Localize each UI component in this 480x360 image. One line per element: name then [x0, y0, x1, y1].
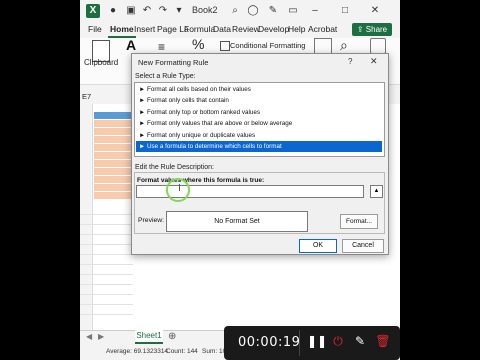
conditional-formatting-button[interactable]: Conditional Formatting: [230, 41, 305, 50]
row-headers: [80, 104, 93, 330]
next-sheet-icon[interactable]: ▶: [98, 332, 104, 341]
pen-icon[interactable]: ✎: [266, 4, 280, 18]
dialog-close-icon[interactable]: ✕: [370, 56, 378, 67]
font-icon[interactable]: A: [126, 37, 136, 53]
text-cursor-icon: I: [178, 183, 181, 194]
gridline: [80, 284, 133, 285]
tab-help[interactable]: Help: [286, 22, 307, 36]
help-icon[interactable]: ?: [348, 57, 352, 66]
rule-type-item[interactable]: ► Format only unique or duplicate values: [136, 130, 382, 141]
header-cell: [94, 112, 134, 119]
ok-button[interactable]: OK: [299, 239, 337, 253]
stop-icon[interactable]: ⏻: [330, 333, 346, 349]
preview-label: Preview:: [138, 217, 165, 224]
formula-label: Format values where this formula is true…: [137, 177, 265, 184]
cancel-button[interactable]: Cancel: [342, 239, 384, 253]
rule-type-item-selected[interactable]: ► Use a formula to determine which cells…: [136, 141, 382, 152]
redo-icon[interactable]: ↷: [156, 4, 170, 18]
gridline: [80, 224, 133, 225]
maximize-icon[interactable]: □: [338, 4, 352, 18]
status-average: Average: 69.1323314: [106, 348, 169, 355]
recorder-divider: [299, 330, 300, 356]
tab-insert[interactable]: Insert: [132, 22, 157, 36]
discard-icon[interactable]: 🗑: [375, 333, 391, 349]
search-icon[interactable]: ⌕: [228, 4, 242, 18]
status-count: Count: 144: [166, 348, 198, 355]
gridline: [80, 244, 133, 245]
gridline: [80, 314, 133, 315]
sheet-tab-sheet1[interactable]: Sheet1: [135, 330, 163, 344]
data-cell: [94, 136, 134, 143]
data-cell: [94, 128, 134, 135]
conditional-formatting-icon: [220, 41, 230, 51]
rule-type-item[interactable]: ► Format only top or bottom ranked value…: [136, 107, 382, 118]
rule-type-item[interactable]: ► Format only values that are above or b…: [136, 118, 382, 129]
gridline: [80, 304, 133, 305]
avatar[interactable]: ◯: [246, 4, 260, 18]
preview-box: No Format Set: [166, 211, 308, 232]
prev-sheet-icon[interactable]: ◀: [86, 332, 92, 341]
gridline: [80, 234, 133, 235]
number-format-icon[interactable]: %: [192, 36, 204, 52]
new-formatting-rule-dialog: New Formatting Rule ? ✕ Select a Rule Ty…: [131, 53, 389, 255]
gridline: [80, 214, 133, 215]
select-rule-type-label: Select a Rule Type:: [135, 73, 196, 80]
tab-file[interactable]: File: [86, 22, 104, 36]
excel-window: X ● ▣ ↶ ↷ ▾ Book2 ⌕ ◯ ✎ ▭ – □ ✕ File Hom…: [80, 0, 400, 360]
save-icon[interactable]: ▣: [124, 4, 138, 18]
workbook-title: Book2: [192, 5, 218, 15]
rule-type-item[interactable]: ► Format only cells that contain: [136, 95, 382, 106]
data-cell: [94, 160, 134, 167]
close-icon[interactable]: ✕: [368, 4, 382, 18]
gridline: [80, 254, 133, 255]
data-cell: [94, 144, 134, 151]
cells-icon[interactable]: [314, 38, 332, 54]
add-sheet-icon[interactable]: ⊕: [168, 331, 176, 342]
collapse-dialog-button[interactable]: ▲: [370, 185, 383, 198]
ribbon-display-icon[interactable]: ▭: [286, 4, 300, 18]
clipboard-label: Clipboard: [84, 58, 119, 67]
pause-icon[interactable]: ❚❚: [307, 333, 327, 349]
rule-type-item[interactable]: ► Format all cells based on their values: [136, 84, 382, 95]
data-cell: [94, 184, 134, 191]
data-cell: [94, 120, 134, 127]
edit-rule-description-label: Edit the Rule Description:: [135, 164, 214, 171]
gridline: [80, 294, 133, 295]
minimize-icon[interactable]: –: [308, 4, 322, 18]
gridline: [80, 274, 133, 275]
rule-type-list[interactable]: ► Format all cells based on their values…: [134, 82, 385, 157]
data-cell: [94, 192, 134, 199]
dialog-title: New Formatting Rule: [138, 58, 209, 67]
gridline: [80, 264, 133, 265]
pen-draw-icon[interactable]: ✎: [352, 333, 368, 349]
data-cell: [94, 176, 134, 183]
add-ins-icon[interactable]: [370, 38, 386, 54]
undo-icon[interactable]: ↶: [140, 4, 154, 18]
alignment-icon[interactable]: ≡: [158, 40, 165, 54]
format-button[interactable]: Format...: [340, 214, 378, 229]
share-button[interactable]: ⇪ Share: [352, 23, 392, 36]
recording-timer: 00:00:19: [238, 335, 301, 350]
excel-logo-icon: X: [86, 4, 100, 18]
share-label: Share: [365, 25, 388, 34]
data-cell: [94, 168, 134, 175]
name-box[interactable]: E7: [82, 92, 112, 102]
data-cell: [94, 152, 134, 159]
customize-icon[interactable]: ▾: [172, 4, 186, 18]
tab-acrobat[interactable]: Acrobat: [306, 22, 339, 36]
autosave-icon[interactable]: ●: [106, 4, 120, 18]
title-bar: X ● ▣ ↶ ↷ ▾ Book2 ⌕ ◯ ✎ ▭ – □ ✕: [80, 0, 400, 22]
find-icon[interactable]: ⌕: [340, 37, 348, 54]
